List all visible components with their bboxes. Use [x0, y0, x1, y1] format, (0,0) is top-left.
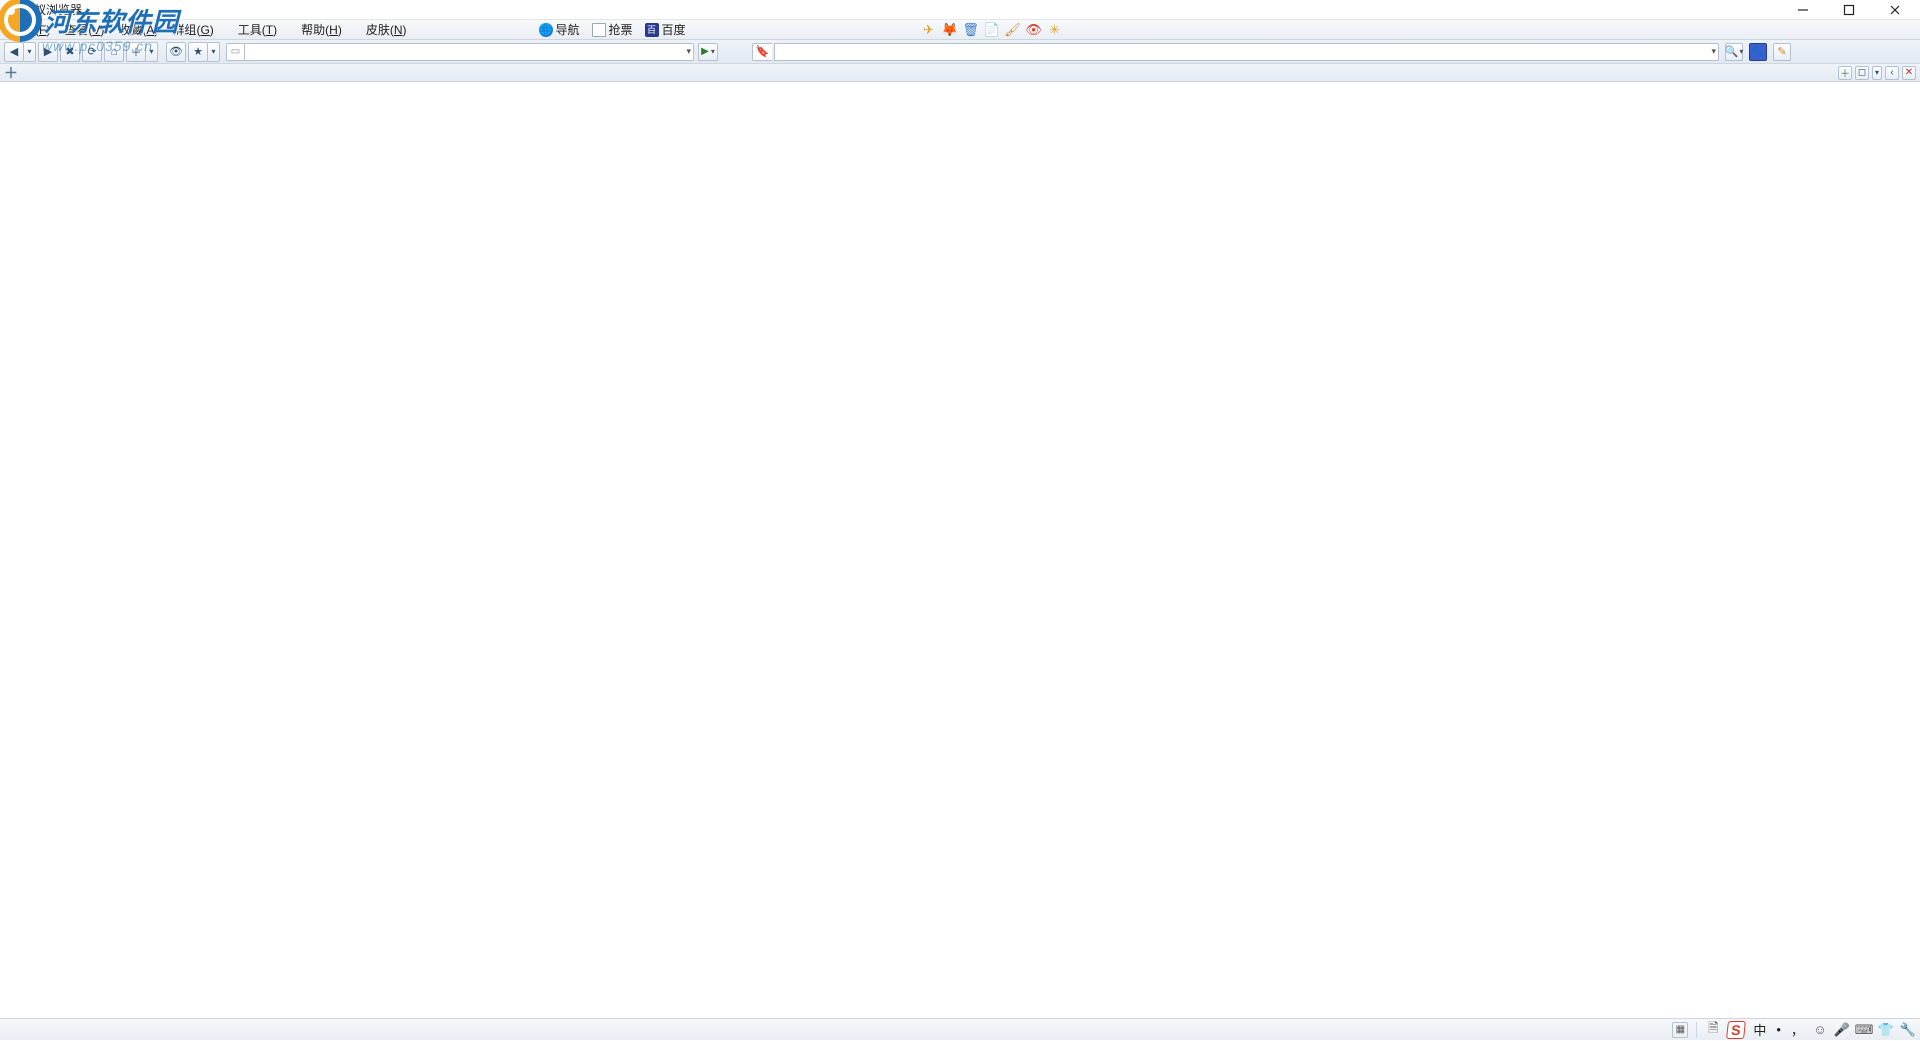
menu-skin[interactable]: 皮肤(N) — [359, 19, 414, 40]
menu-iconrow: ✈ 🦊 🗑 📄 🖌 👁 ✳ — [921, 22, 1063, 38]
tab-restore-button[interactable]: ◻ — [1855, 66, 1869, 80]
window-titlebar: ● 蚂蚁浏览器 — [0, 0, 1920, 20]
menu-help[interactable]: 帮助(H) — [294, 19, 349, 40]
close-button[interactable] — [1872, 0, 1918, 20]
baidu-icon: 百 — [645, 23, 659, 37]
ime-comma[interactable]: ， — [1789, 1020, 1806, 1039]
menu-fav[interactable]: 收藏(A) — [111, 19, 165, 40]
plane-icon[interactable]: ✈ — [921, 22, 937, 38]
refresh-button[interactable]: ⟳ — [82, 42, 102, 62]
tab-close-button[interactable]: ✕ — [1902, 66, 1916, 80]
newtab-button[interactable]: ＋ — [126, 42, 146, 62]
new-tab-button[interactable]: ＋ — [4, 66, 18, 80]
home-button[interactable]: ⌂ — [104, 42, 124, 62]
weibo-icon[interactable]: 👁 — [1026, 22, 1042, 38]
window-title: 蚂蚁浏览器 — [22, 1, 82, 18]
search-engine-icon[interactable]: 🔖 — [752, 43, 772, 61]
menu-group[interactable]: 群组(G) — [165, 19, 220, 40]
ime-mic-icon[interactable]: 🎤 — [1834, 1022, 1850, 1038]
sogou-ime-icon[interactable]: S — [1726, 1021, 1746, 1039]
toolbar: ◀ ▾ ▶ ✖ ⟳ ⌂ ＋ ▾ 👁 ★ ▾ ▭ ▾ ▶▾ 🔖 ▾ 🔍▾ 🐾 ✎ — [0, 40, 1920, 64]
menu-file[interactable]: 文件(F) — [4, 19, 57, 40]
search-button[interactable]: 🔍▾ — [1725, 43, 1743, 61]
ime-dot[interactable]: • — [1774, 1022, 1783, 1037]
menu-tools[interactable]: 工具(T) — [231, 19, 284, 40]
address-page-icon: ▭ — [226, 43, 244, 61]
tab-controls: ＋ ◻ ▾ ‹ ✕ — [1838, 66, 1916, 80]
tab-add-button[interactable]: ＋ — [1838, 66, 1852, 80]
tab-prev-button[interactable]: ‹ — [1885, 66, 1899, 80]
ime-skin-icon[interactable]: 👕 — [1878, 1022, 1894, 1038]
search-input[interactable]: ▾ — [774, 43, 1719, 61]
firefox-icon[interactable]: 🦊 — [942, 22, 958, 38]
page-icon[interactable]: 📄 — [984, 22, 1000, 38]
quicklinks: 🌐导航 抢票 百百度 — [534, 19, 691, 40]
status-bar: ▦ 🗎 S 中 • ， ☺ 🎤 ⌨ 👕 🔧 — [0, 1018, 1920, 1040]
globe-icon: 🌐 — [539, 23, 553, 37]
status-doc-icon[interactable]: 🗎 — [1705, 1022, 1721, 1038]
baidu-paw-button[interactable]: 🐾 — [1749, 43, 1767, 61]
back-dropdown[interactable]: ▾ — [24, 42, 36, 62]
privacy-button[interactable]: 👁 — [166, 42, 186, 62]
bookmark-dropdown[interactable]: ▾ — [208, 42, 220, 62]
edit-button[interactable]: ✎ — [1773, 43, 1791, 61]
qzone-icon[interactable]: ✳ — [1047, 22, 1063, 38]
page-icon — [592, 23, 606, 37]
maximize-button[interactable] — [1826, 0, 1872, 20]
ime-keyboard-icon[interactable]: ⌨ — [1856, 1022, 1872, 1038]
go-button[interactable]: ▶▾ — [698, 43, 718, 61]
newtab-dropdown[interactable]: ▾ — [146, 42, 158, 62]
quicklink-grab[interactable]: 抢票 — [587, 19, 638, 40]
page-content — [0, 82, 1920, 1018]
bookmark-button[interactable]: ★ — [188, 42, 208, 62]
status-layout-icon[interactable]: ▦ — [1672, 1022, 1688, 1038]
trash-icon[interactable]: 🗑 — [963, 22, 979, 38]
address-input[interactable]: ▾ — [244, 43, 694, 61]
address-dropdown-icon[interactable]: ▾ — [686, 46, 691, 57]
ime-emoji-icon[interactable]: ☺ — [1812, 1022, 1828, 1038]
addressbar-wrap: ▭ ▾ ▶▾ — [226, 43, 718, 61]
ime-lang[interactable]: 中 — [1751, 1020, 1768, 1039]
tab-list-dropdown[interactable]: ▾ — [1872, 66, 1882, 80]
ime-settings-icon[interactable]: 🔧 — [1900, 1022, 1916, 1038]
search-dropdown-icon[interactable]: ▾ — [1711, 46, 1716, 57]
app-icon: ● — [4, 3, 18, 17]
quicklink-nav[interactable]: 🌐导航 — [534, 19, 585, 40]
back-button[interactable]: ◀ — [4, 42, 24, 62]
tabstrip: ＋ ＋ ◻ ▾ ‹ ✕ — [0, 64, 1920, 82]
brush-icon[interactable]: 🖌 — [1005, 22, 1021, 38]
forward-button[interactable]: ▶ — [38, 42, 58, 62]
minimize-button[interactable] — [1780, 0, 1826, 20]
menu-bar: 文件(F) 查看(V) 收藏(A) 群组(G) 工具(T) 帮助(H) 皮肤(N… — [0, 20, 1920, 40]
stop-button[interactable]: ✖ — [60, 42, 80, 62]
menu-view[interactable]: 查看(V) — [57, 19, 111, 40]
quicklink-baidu[interactable]: 百百度 — [640, 19, 691, 40]
